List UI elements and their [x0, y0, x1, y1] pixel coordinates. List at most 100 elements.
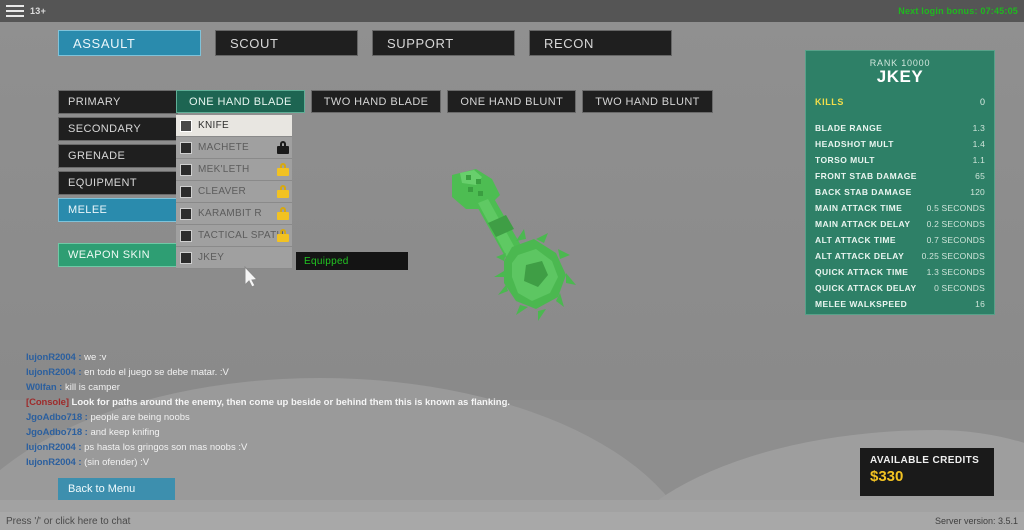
- chat-message: and keep knifing: [90, 427, 160, 438]
- stat-value: 1.1: [972, 155, 985, 165]
- weapon-list-item[interactable]: MEK'LETH: [176, 159, 292, 181]
- chat-line: W0lfan : kill is camper: [26, 380, 626, 395]
- login-bonus-timer: Next login bonus: 07:45:05: [898, 6, 1018, 16]
- chat-message: kill is camper: [65, 382, 120, 393]
- category-item-melee[interactable]: MELEE: [58, 198, 178, 222]
- weapon-list-item[interactable]: MACHETE: [176, 137, 292, 159]
- stat-row: ALT ATTACK TIME 0.7 SECONDS: [815, 235, 985, 245]
- chat-message: we :v: [84, 352, 107, 363]
- equipped-badge: Equipped: [296, 252, 408, 270]
- weapon-type-tab-two-hand-blade[interactable]: TWO HAND BLADE: [310, 90, 442, 113]
- chat-username: lujonR2004: [26, 352, 76, 363]
- stat-row: TORSO MULT 1.1: [815, 155, 985, 165]
- weapon-name-label: JKEY: [198, 252, 225, 263]
- stat-rows-container: BLADE RANGE 1.3 HEADSHOT MULT 1.4 TORSO MULT…: [815, 123, 985, 309]
- weapon-list-item[interactable]: KARAMBIT R: [176, 203, 292, 225]
- category-item-grenade[interactable]: GRENADE: [58, 144, 178, 168]
- chat-separator: :: [75, 352, 85, 363]
- stat-value: 1.3: [972, 123, 985, 133]
- chat-message: (sin ofender) :V: [84, 457, 150, 468]
- stat-value: 0 SECONDS: [934, 283, 985, 293]
- weapon-type-tab-one-hand-blade[interactable]: ONE HAND BLADE: [176, 90, 305, 113]
- lock-icon: [277, 163, 289, 176]
- weapon-thumbnail-icon: [180, 141, 192, 154]
- weapon-thumbnail-icon: [180, 251, 192, 264]
- weapon-preview-model: [430, 165, 600, 325]
- class-tab-scout[interactable]: SCOUT: [215, 30, 358, 56]
- weapon-type-tab-two-hand-blunt[interactable]: TWO HAND BLUNT: [582, 90, 713, 113]
- server-version-label: Server version: 3.5.1: [934, 516, 1018, 526]
- stat-label: FRONT STAB DAMAGE: [815, 171, 917, 181]
- class-tab-bar: ASSAULT SCOUT SUPPORT RECON: [58, 30, 672, 56]
- weapon-list-item[interactable]: KNIFE: [176, 115, 292, 137]
- stat-label: ALT ATTACK TIME: [815, 235, 897, 245]
- lock-icon: [277, 141, 289, 154]
- credits-value: $330: [870, 468, 904, 485]
- lock-icon: [277, 185, 289, 198]
- weapon-type-tab-bar: ONE HAND BLADE TWO HAND BLADE ONE HAND BLU…: [176, 90, 713, 113]
- stat-value: 16: [975, 299, 985, 309]
- stat-row: HEADSHOT MULT 1.4: [815, 139, 985, 149]
- chat-separator: :: [75, 442, 85, 453]
- chat-line: JgoAdbo718 : people are being noobs: [26, 410, 626, 425]
- kills-row: KILLS 0: [815, 97, 985, 107]
- chat-username: lujonR2004: [26, 442, 76, 453]
- stat-label: HEADSHOT MULT: [815, 139, 894, 149]
- weapon-thumbnail-icon: [180, 207, 192, 220]
- stat-value: 0.5 SECONDS: [926, 203, 985, 213]
- class-tab-recon[interactable]: RECON: [529, 30, 672, 56]
- age-rating-badge: 13+: [30, 6, 47, 16]
- loadout-category-list: PRIMARY SECONDARY GRENADE EQUIPMENT MELEE WEA…: [58, 90, 178, 270]
- weapon-list-item[interactable]: TACTICAL SPATU: [176, 225, 292, 247]
- chat-separator: :: [56, 382, 65, 393]
- stat-row: BLADE RANGE 1.3: [815, 123, 985, 133]
- stat-row: ALT ATTACK DELAY 0.25 SECONDS: [815, 251, 985, 261]
- class-tab-assault[interactable]: ASSAULT: [58, 30, 201, 56]
- weapon-name-label: KNIFE: [198, 120, 229, 131]
- chat-line: lujonR2004 : ps hasta los gringos son ma…: [26, 440, 626, 455]
- weapon-stats-panel: RANK 10000 JKEY KILLS 0 BLADE RANGE 1.3 HE…: [805, 50, 995, 315]
- weapon-thumbnail-icon: [180, 119, 192, 132]
- category-item-equipment[interactable]: EQUIPMENT: [58, 171, 178, 195]
- class-tab-support[interactable]: SUPPORT: [372, 30, 515, 56]
- weapon-name-label: KARAMBIT R: [198, 208, 262, 219]
- stat-row: QUICK ATTACK DELAY 0 SECONDS: [815, 283, 985, 293]
- stat-value: 0.2 SECONDS: [926, 219, 985, 229]
- stat-label: TORSO MULT: [815, 155, 875, 165]
- stat-row: QUICK ATTACK TIME 1.3 SECONDS: [815, 267, 985, 277]
- chat-message: people are being noobs: [90, 412, 190, 423]
- weapon-list-item[interactable]: CLEAVER: [176, 181, 292, 203]
- chat-line: lujonR2004 : we :v: [26, 350, 626, 365]
- weapon-name-label: MEK'LETH: [198, 164, 250, 175]
- category-item-weapon-skin[interactable]: WEAPON SKIN: [58, 243, 178, 267]
- category-item-primary[interactable]: PRIMARY: [58, 90, 178, 114]
- stat-label: MAIN ATTACK DELAY: [815, 219, 911, 229]
- category-item-secondary[interactable]: SECONDARY: [58, 117, 178, 141]
- available-credits-panel: AVAILABLE CREDITS $330: [860, 448, 994, 496]
- chat-separator: :: [75, 367, 85, 378]
- credits-label: AVAILABLE CREDITS: [870, 455, 980, 466]
- weapon-name-label: MACHETE: [198, 142, 249, 153]
- weapon-type-tab-one-hand-blunt[interactable]: ONE HAND BLUNT: [447, 90, 577, 113]
- kills-label: KILLS: [815, 97, 844, 107]
- stat-value: 1.3 SECONDS: [926, 267, 985, 277]
- stat-row: MELEE WALKSPEED 16: [815, 299, 985, 309]
- stat-row: MAIN ATTACK TIME 0.5 SECONDS: [815, 203, 985, 213]
- weapon-thumbnail-icon: [180, 163, 192, 176]
- stat-value: 120: [970, 187, 985, 197]
- weapon-name-label: TACTICAL SPATU: [198, 230, 285, 241]
- stat-row: BACK STAB DAMAGE 120: [815, 187, 985, 197]
- stat-row: FRONT STAB DAMAGE 65: [815, 171, 985, 181]
- chat-username: JgoAdbo718: [26, 427, 83, 438]
- chat-line: [Console] Look for paths around the enem…: [26, 395, 626, 410]
- chat-input-prompt[interactable]: Press '/' or click here to chat: [0, 516, 130, 527]
- chat-message: Look for paths around the enemy, then co…: [71, 397, 511, 408]
- stat-label: MELEE WALKSPEED: [815, 299, 908, 309]
- stat-value: 0.25 SECONDS: [921, 251, 985, 261]
- weapon-list: KNIFE MACHETE MEK'LETH CLEAVER KARAMBIT R TAC…: [176, 115, 292, 269]
- chat-username: lujonR2004: [26, 367, 76, 378]
- chat-message: en todo el juego se debe matar. :V: [84, 367, 229, 378]
- back-to-menu-button[interactable]: Back to Menu: [58, 478, 175, 500]
- weapon-list-item[interactable]: JKEY: [176, 247, 292, 269]
- hamburger-menu-icon[interactable]: [0, 0, 30, 22]
